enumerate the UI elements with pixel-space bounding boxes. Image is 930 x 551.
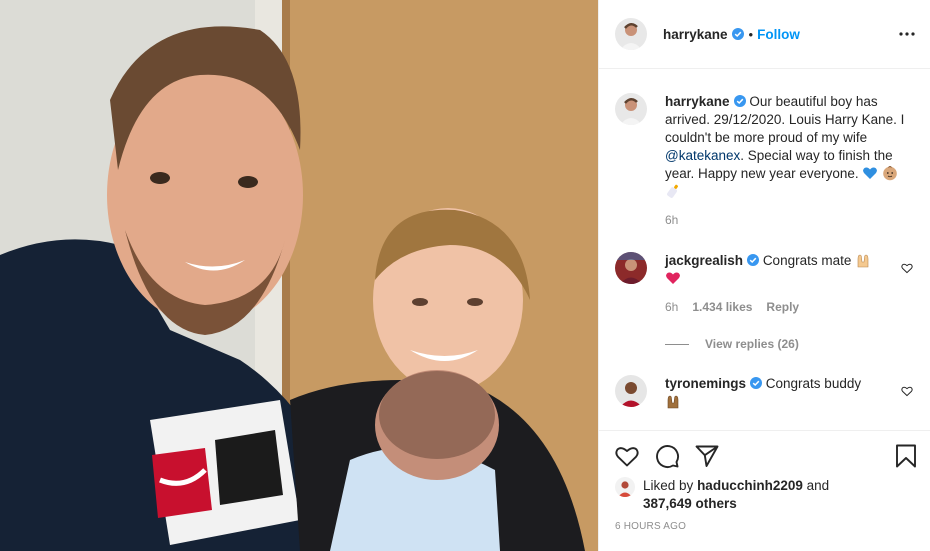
raising-hands-icon	[667, 395, 679, 409]
reply-button[interactable]: Reply	[766, 300, 799, 314]
comments-list[interactable]: harrykane Our beautiful boy has arrived.…	[599, 70, 930, 430]
comment-like-icon[interactable]	[901, 385, 913, 397]
verified-badge-icon	[747, 254, 760, 266]
post-actions: Liked by haducchinh2209 and 387,649 othe…	[599, 430, 930, 551]
instagram-post: harrykane • Follow harrykane Our beautif…	[0, 0, 930, 551]
comment: jackgrealish Congrats mate 6h 1.434 like…	[615, 252, 915, 314]
liked-by-prefix: Liked by	[643, 478, 694, 493]
comment-likes[interactable]: 1.434 likes	[692, 300, 752, 314]
more-options-icon[interactable]	[897, 24, 917, 44]
caption-meta: 6h	[665, 213, 915, 227]
liker-avatar[interactable]	[615, 477, 635, 497]
separator-dot: •	[748, 26, 754, 42]
commenter-username[interactable]: tyronemings	[665, 376, 746, 391]
share-icon[interactable]	[694, 443, 720, 469]
blue-heart-icon	[863, 167, 878, 179]
red-heart-icon	[666, 272, 680, 284]
comment: tyronemings Congrats buddy	[615, 375, 915, 411]
comment-meta: 6h 1.434 likes Reply	[665, 300, 915, 314]
comment-time[interactable]: 6h	[665, 300, 678, 314]
raising-hands-icon	[857, 254, 869, 268]
baby-face-icon	[883, 166, 897, 181]
commenter-avatar[interactable]	[615, 252, 647, 284]
comment-body: jackgrealish Congrats mate	[665, 252, 915, 288]
comment-icon[interactable]	[654, 443, 680, 469]
liked-by-text: Liked by haducchinh2209 and 387,649 othe…	[643, 477, 829, 513]
bookmark-icon[interactable]	[893, 443, 919, 469]
author-avatar[interactable]	[615, 18, 647, 50]
post-photo[interactable]	[0, 0, 598, 551]
post-timestamp[interactable]: 6 HOURS AGO	[615, 521, 686, 532]
follow-button[interactable]: Follow	[757, 27, 800, 42]
liked-by-and: and	[806, 478, 830, 493]
comment-body: tyronemings Congrats buddy	[665, 375, 915, 411]
view-replies-button[interactable]: View replies (26)	[665, 337, 799, 351]
heart-icon[interactable]	[614, 443, 640, 469]
author-username[interactable]: harrykane	[663, 27, 728, 42]
caption-time[interactable]: 6h	[665, 213, 678, 227]
mention-link[interactable]: @katekanex	[665, 148, 740, 163]
commenter-username[interactable]: jackgrealish	[665, 253, 743, 268]
liked-by: Liked by haducchinh2209 and 387,649 othe…	[615, 477, 829, 513]
replies-divider	[665, 343, 689, 345]
comment-text: Congrats mate	[762, 253, 852, 268]
liked-by-user[interactable]: haducchinh2209	[697, 478, 803, 493]
post-side-panel: harrykane • Follow harrykane Our beautif…	[598, 0, 930, 551]
baby-bottle-icon	[667, 184, 679, 198]
comment-like-icon[interactable]	[901, 262, 913, 274]
caption: harrykane Our beautiful boy has arrived.…	[615, 93, 915, 227]
commenter-avatar[interactable]	[615, 375, 647, 407]
verified-badge-icon	[733, 95, 746, 107]
view-replies-label[interactable]: View replies (26)	[705, 337, 799, 351]
verified-badge-icon	[731, 28, 744, 40]
post-header: harrykane • Follow	[599, 0, 930, 69]
liked-by-others[interactable]: 387,649 others	[643, 496, 737, 511]
verified-badge-icon	[750, 377, 763, 389]
caption-body: harrykane Our beautiful boy has arrived.…	[665, 93, 915, 201]
comment-text: Congrats buddy	[765, 376, 862, 391]
author-avatar[interactable]	[615, 93, 647, 125]
post-photo-illustration	[0, 0, 598, 551]
caption-username[interactable]: harrykane	[665, 94, 730, 109]
